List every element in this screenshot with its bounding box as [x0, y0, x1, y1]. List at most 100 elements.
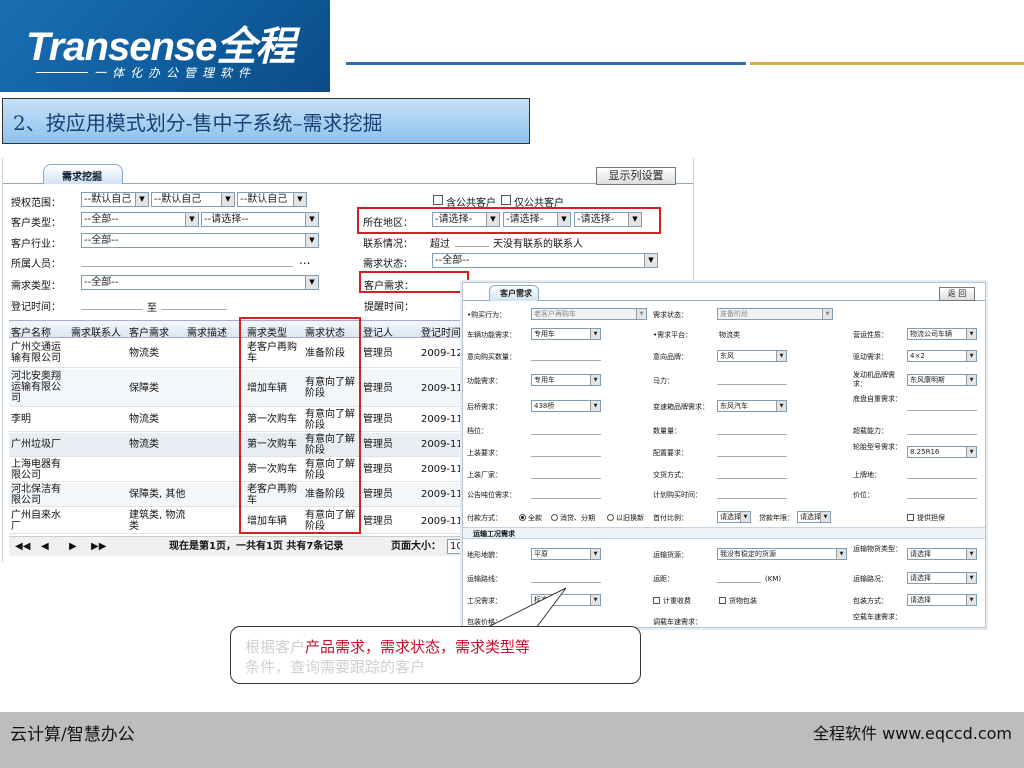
- down-ratio-select[interactable]: 请选择: [717, 511, 751, 523]
- prev-page-icon[interactable]: ◀: [41, 541, 49, 552]
- buy-behavior-select[interactable]: 老客户再购车: [531, 308, 647, 320]
- chassis-weight-label: 底盘自重需求：: [853, 395, 902, 403]
- owner-label: 所属人员：: [11, 259, 61, 270]
- contact-days-input[interactable]: [455, 234, 489, 247]
- bus-tonnage-input[interactable]: [531, 489, 601, 499]
- deal-method-input[interactable]: [717, 469, 787, 479]
- show-columns-button[interactable]: 显示列设置: [596, 167, 676, 185]
- tab-customer-demand[interactable]: 客户需求: [489, 285, 539, 301]
- highlight-region: [357, 207, 661, 234]
- road-select[interactable]: 请选择: [907, 572, 977, 584]
- engine-brand-label: 发动机品牌需求：: [853, 371, 895, 388]
- auth-scope-select-2[interactable]: --默认自己: [151, 192, 235, 207]
- rear-axle-select[interactable]: 438桥: [531, 400, 601, 412]
- req-status-select[interactable]: --全部--: [432, 253, 658, 268]
- header-banner: Transense全程 一体化办公管理软件: [0, 0, 1024, 92]
- cust-type-select[interactable]: --全部--: [81, 212, 199, 227]
- transport-nature-label: 营运性质：: [853, 331, 888, 339]
- pay-installment-radio[interactable]: [551, 514, 558, 521]
- route-input[interactable]: [531, 573, 601, 583]
- qty-input[interactable]: [717, 425, 787, 435]
- include-public-checkbox[interactable]: [433, 195, 443, 205]
- pay-full-radio[interactable]: [519, 514, 526, 521]
- cargo-type-select[interactable]: 请选择: [907, 548, 977, 560]
- cust-type-label: 客户类型：: [11, 218, 61, 229]
- tab-demand-mining[interactable]: 需求挖掘: [43, 164, 123, 184]
- owner-picker-button[interactable]: ...: [299, 253, 310, 267]
- pay-tradein-radio[interactable]: [607, 514, 614, 521]
- footer-site: 全程软件 www.eqccd.com: [813, 724, 1012, 743]
- drive-req-select[interactable]: 4×2: [907, 350, 977, 362]
- distance-input[interactable]: [717, 573, 761, 583]
- only-public-checkbox[interactable]: [501, 195, 511, 205]
- intent-brand-select[interactable]: 东风: [717, 350, 787, 362]
- remind-time-label: 提醒时间：: [364, 302, 414, 313]
- first-page-icon[interactable]: ◀◀: [15, 541, 30, 552]
- req-status-select[interactable]: 准备阶段: [717, 308, 833, 320]
- body-req-label: 上装要求：: [467, 449, 502, 457]
- next-page-icon[interactable]: ▶: [69, 541, 77, 552]
- contact-status-label: 联系情况：: [363, 239, 413, 250]
- plan-time-input[interactable]: [717, 489, 787, 499]
- slide-title: 2、按应用模式划分-售中子系统–需求挖掘: [2, 98, 530, 144]
- customer-demand-popup: 客户需求 返 回 •购买行为： 老客户再购车 需求状态： 准备阶段 车辆功能需求…: [462, 282, 986, 628]
- transport-nature-select[interactable]: 物流公司车辆: [907, 328, 977, 340]
- req-type-select[interactable]: --全部--: [81, 275, 319, 290]
- col-registrar[interactable]: 登记人: [363, 324, 393, 339]
- guarantee-checkbox[interactable]: [907, 514, 914, 521]
- vehicle-func-select[interactable]: 专用车: [531, 328, 601, 340]
- callout-highlight: 产品需求，需求状态，需求类型等: [305, 638, 531, 656]
- body-factory-input[interactable]: [531, 469, 601, 479]
- terrain-select[interactable]: 平原: [531, 548, 601, 560]
- col-req-contact[interactable]: 需求联系人: [71, 324, 121, 339]
- loan-term-label: 贷款年限：: [759, 514, 794, 522]
- last-page-icon[interactable]: ▶▶: [91, 541, 106, 552]
- tire-spec-select[interactable]: 8.25R16: [907, 446, 977, 458]
- gear-input[interactable]: [531, 425, 601, 435]
- overload-input[interactable]: [907, 425, 977, 435]
- pay-method-label: 付款方式：: [467, 514, 502, 522]
- reg-time-from-input[interactable]: [81, 297, 143, 310]
- col-reg-time[interactable]: 登记时间: [421, 324, 461, 339]
- config-req-label: 配置要求：: [653, 449, 688, 457]
- price-pos-input[interactable]: [907, 489, 977, 499]
- body-req-input[interactable]: [531, 447, 601, 457]
- auth-scope-select-3[interactable]: --默认自己: [237, 192, 307, 207]
- pack-method-select[interactable]: 请选择: [907, 594, 977, 606]
- industry-select[interactable]: --全部--: [81, 233, 319, 248]
- owner-input[interactable]: [81, 254, 293, 267]
- bus-tonnage-label: 公告吨位需求：: [467, 491, 516, 499]
- body-factory-label: 上装厂家：: [467, 471, 502, 479]
- plate-loc-label: 上牌地：: [853, 471, 881, 479]
- config-req-input[interactable]: [717, 447, 787, 457]
- cargo-source-select[interactable]: 我没有稳定的货源: [717, 548, 847, 560]
- plate-loc-input[interactable]: [907, 469, 977, 479]
- header-line-gold: [750, 62, 1024, 65]
- page-size-label: 页面大小：: [391, 541, 441, 552]
- auth-scope-select-1[interactable]: --默认自己: [81, 192, 149, 207]
- cargo-pack-checkbox[interactable]: [719, 597, 726, 604]
- func-req-select[interactable]: 专用车: [531, 374, 601, 386]
- cell-need: 物流类: [129, 414, 159, 425]
- gearbox-brand-select[interactable]: 东风汽车: [717, 400, 787, 412]
- meter-fee-checkbox[interactable]: [653, 597, 660, 604]
- chassis-weight-input[interactable]: [907, 401, 977, 411]
- col-cust-name[interactable]: 客户名称: [11, 324, 51, 339]
- vehicle-func-label: 车辆功能需求：: [467, 331, 516, 339]
- col-cust-req[interactable]: 客户需求: [129, 324, 169, 339]
- reg-time-to-input[interactable]: [161, 297, 227, 310]
- cargo-source-label: 运输货源：: [653, 551, 688, 559]
- horsepower-input[interactable]: [717, 375, 787, 385]
- col-req-desc[interactable]: 需求描述: [187, 324, 227, 339]
- brand-logo: Transense全程 一体化办公管理软件: [0, 0, 330, 92]
- intent-qty-input[interactable]: [531, 351, 601, 361]
- func-req-label: 功能需求：: [467, 377, 502, 385]
- loan-term-select[interactable]: 请选择: [797, 511, 831, 523]
- cust-type-sub-select[interactable]: --请选择--: [201, 212, 319, 227]
- engine-brand-select[interactable]: 东风康明斯: [907, 374, 977, 386]
- route-label: 运输路线：: [467, 575, 502, 583]
- cell-reg: 管理员: [363, 464, 393, 475]
- pay-installment-label: 消贷、分期: [560, 514, 595, 522]
- cell-name: 广州交通运输有限公司: [11, 342, 61, 364]
- back-button[interactable]: 返 回: [939, 287, 975, 301]
